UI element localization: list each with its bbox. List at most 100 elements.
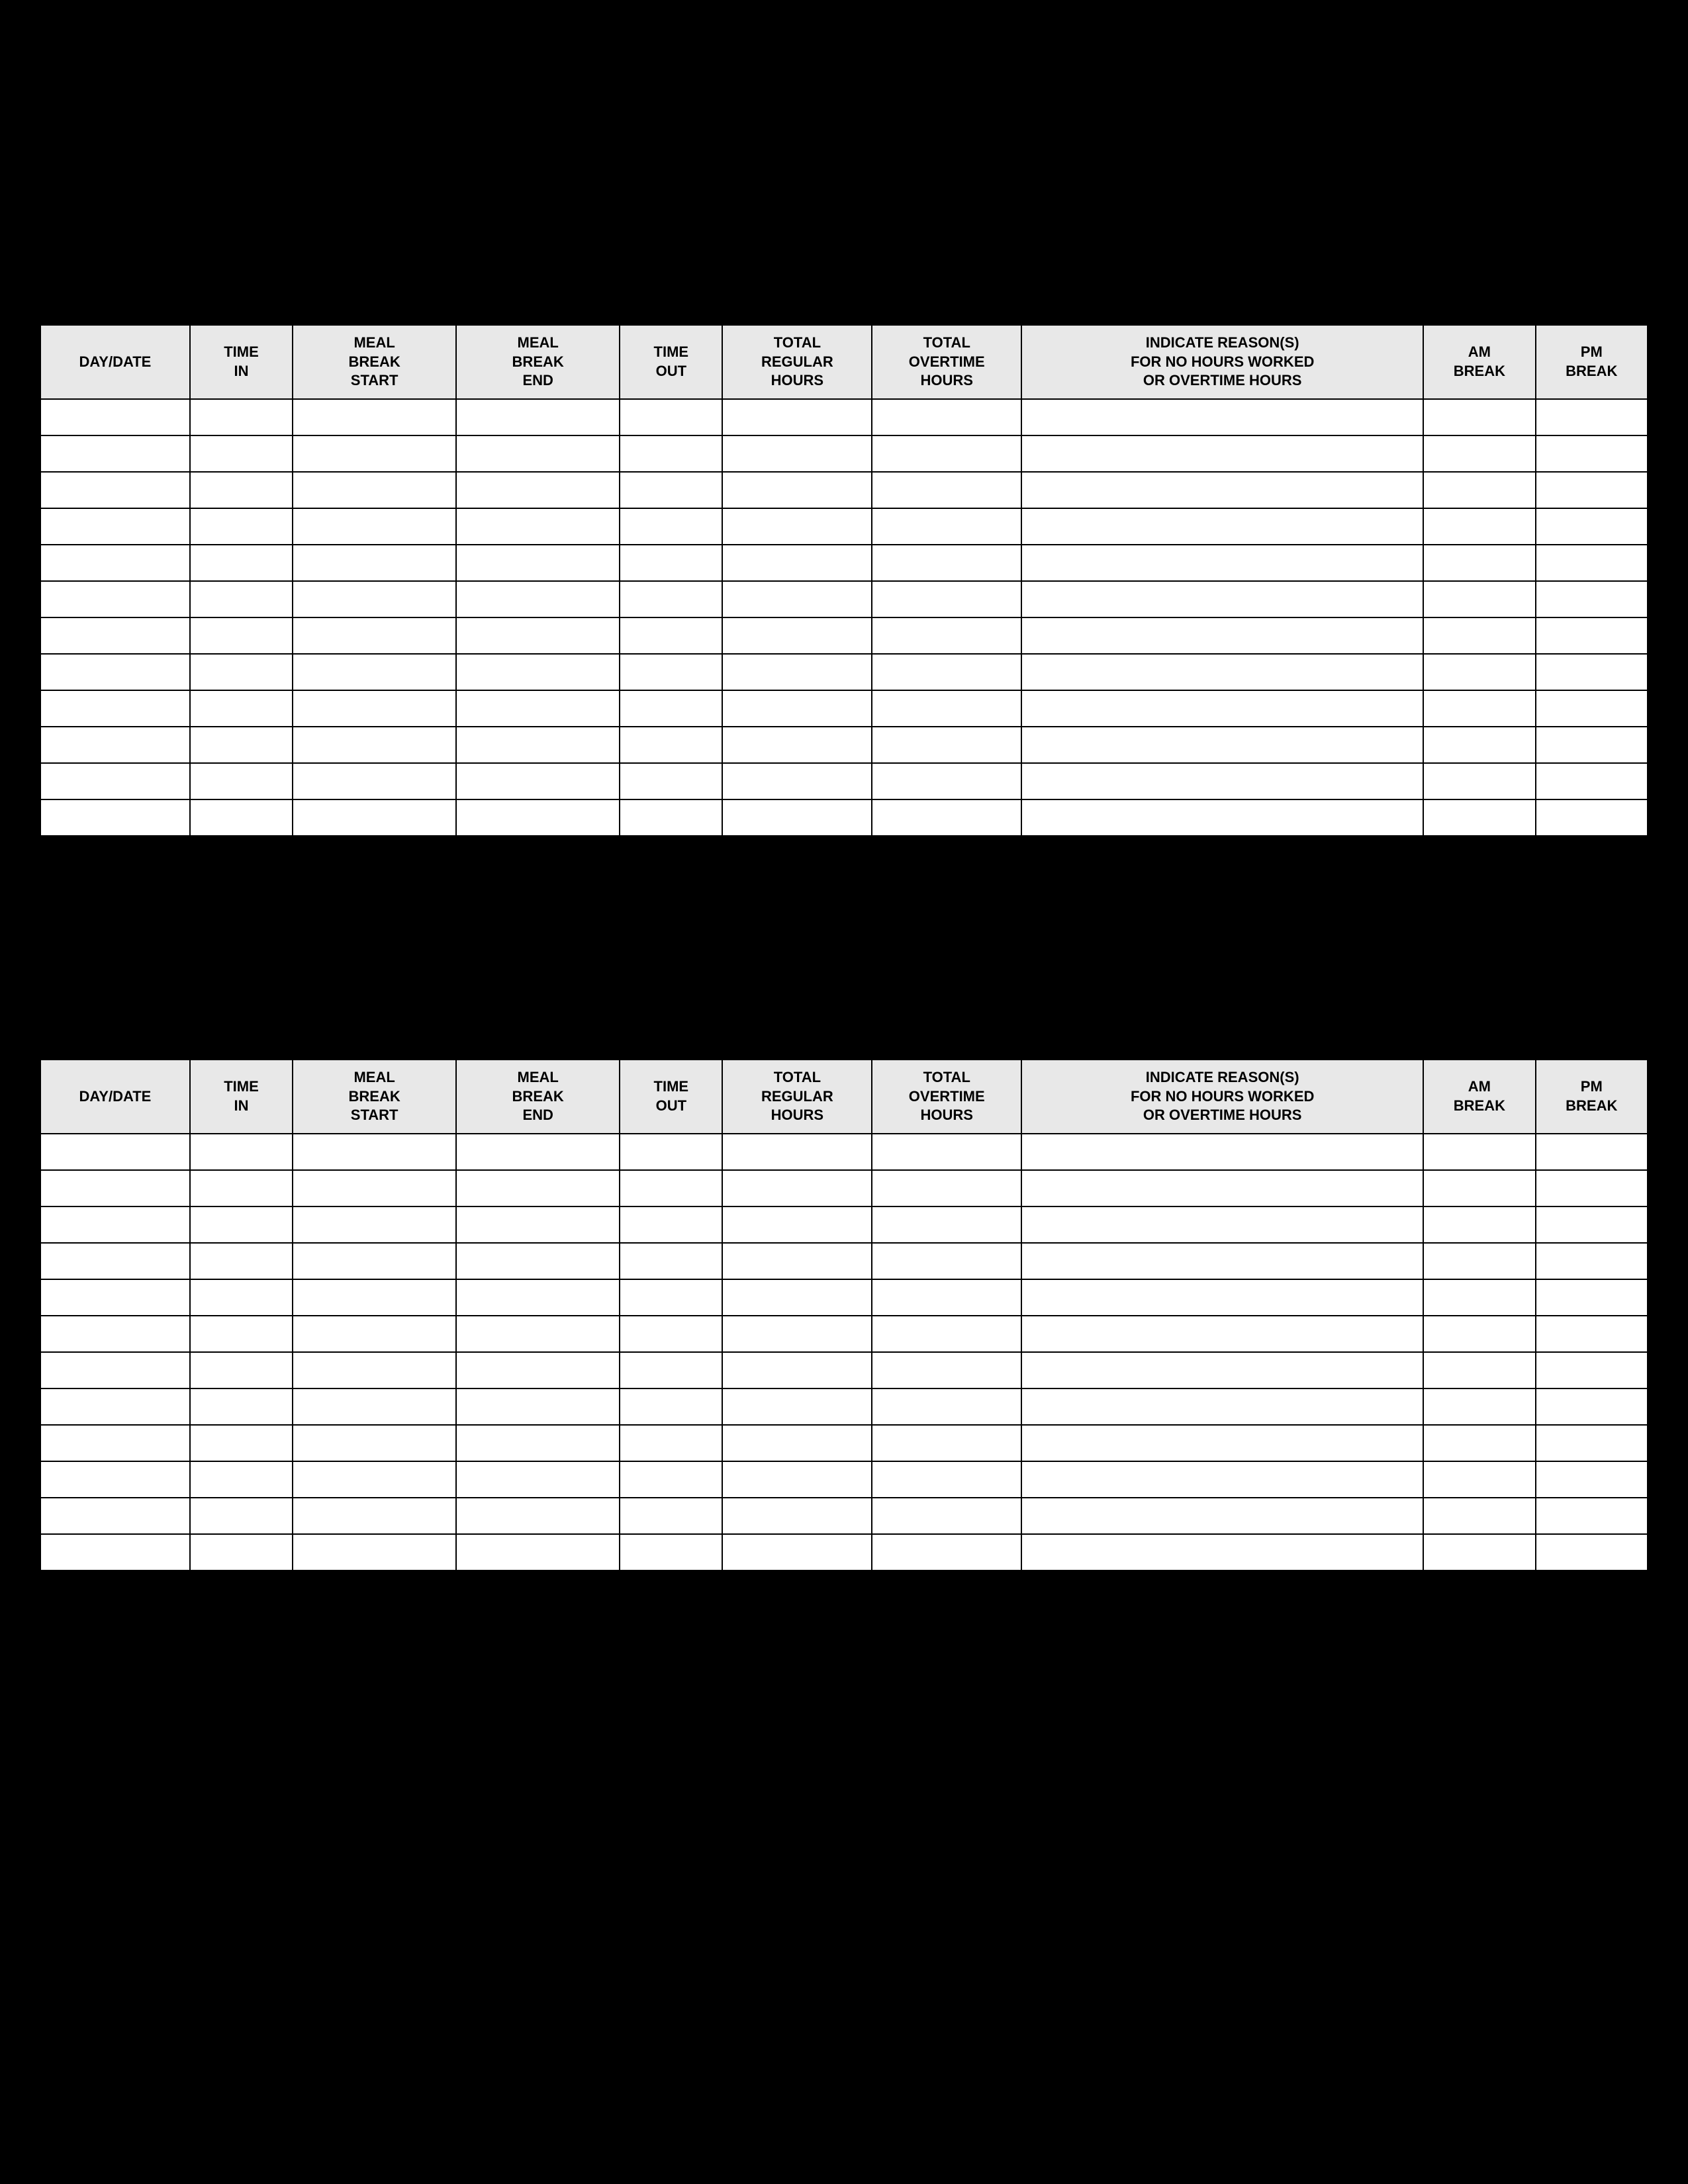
cell-totalhours[interactable] [722,1461,872,1498]
cell-mealend[interactable] [456,617,620,654]
cell-totalhours[interactable] [722,1279,872,1316]
cell-timein[interactable] [190,1461,293,1498]
cell-ambreak[interactable] [1423,654,1535,690]
cell-overtime[interactable] [872,1316,1021,1352]
cell-ambreak[interactable] [1423,727,1535,763]
cell-daydate[interactable] [40,727,190,763]
cell-mealstart[interactable] [293,654,456,690]
cell-timeout[interactable] [620,435,722,472]
cell-totalhours[interactable] [722,1243,872,1279]
cell-daydate[interactable] [40,617,190,654]
cell-ambreak[interactable] [1423,1425,1535,1461]
cell-overtime[interactable] [872,1243,1021,1279]
cell-timeout[interactable] [620,690,722,727]
cell-pmbreak[interactable] [1536,1534,1648,1570]
cell-reason[interactable] [1021,1134,1423,1170]
cell-totalhours[interactable] [722,1425,872,1461]
cell-ambreak[interactable] [1423,1352,1535,1388]
cell-mealend[interactable] [456,763,620,799]
cell-timein[interactable] [190,435,293,472]
cell-pmbreak[interactable] [1536,1388,1648,1425]
cell-overtime[interactable] [872,1279,1021,1316]
cell-ambreak[interactable] [1423,1279,1535,1316]
cell-mealstart[interactable] [293,1352,456,1388]
cell-daydate[interactable] [40,435,190,472]
cell-mealstart[interactable] [293,508,456,545]
cell-mealend[interactable] [456,1388,620,1425]
cell-timein[interactable] [190,508,293,545]
cell-overtime[interactable] [872,1498,1021,1534]
cell-pmbreak[interactable] [1536,654,1648,690]
cell-totalhours[interactable] [722,727,872,763]
cell-daydate[interactable] [40,472,190,508]
cell-reason[interactable] [1021,1279,1423,1316]
cell-mealstart[interactable] [293,1534,456,1570]
cell-timein[interactable] [190,472,293,508]
cell-reason[interactable] [1021,727,1423,763]
cell-mealstart[interactable] [293,1316,456,1352]
cell-daydate[interactable] [40,1388,190,1425]
cell-ambreak[interactable] [1423,581,1535,617]
cell-overtime[interactable] [872,1352,1021,1388]
cell-ambreak[interactable] [1423,1206,1535,1243]
cell-ambreak[interactable] [1423,1388,1535,1425]
cell-pmbreak[interactable] [1536,399,1648,435]
cell-mealend[interactable] [456,435,620,472]
cell-pmbreak[interactable] [1536,581,1648,617]
cell-timein[interactable] [190,1243,293,1279]
cell-overtime[interactable] [872,799,1021,836]
cell-pmbreak[interactable] [1536,1206,1648,1243]
cell-timeout[interactable] [620,508,722,545]
cell-pmbreak[interactable] [1536,545,1648,581]
cell-timeout[interactable] [620,472,722,508]
cell-timein[interactable] [190,399,293,435]
cell-timeout[interactable] [620,727,722,763]
cell-reason[interactable] [1021,1388,1423,1425]
cell-timeout[interactable] [620,545,722,581]
cell-totalhours[interactable] [722,399,872,435]
cell-ambreak[interactable] [1423,763,1535,799]
cell-timein[interactable] [190,1279,293,1316]
cell-ambreak[interactable] [1423,1461,1535,1498]
cell-mealend[interactable] [456,1134,620,1170]
cell-reason[interactable] [1021,435,1423,472]
cell-reason[interactable] [1021,690,1423,727]
cell-timeout[interactable] [620,654,722,690]
cell-mealend[interactable] [456,1206,620,1243]
cell-mealstart[interactable] [293,1388,456,1425]
cell-ambreak[interactable] [1423,1316,1535,1352]
cell-mealstart[interactable] [293,690,456,727]
cell-mealstart[interactable] [293,1206,456,1243]
cell-mealstart[interactable] [293,545,456,581]
cell-mealstart[interactable] [293,1498,456,1534]
cell-mealend[interactable] [456,1243,620,1279]
cell-mealstart[interactable] [293,435,456,472]
cell-totalhours[interactable] [722,545,872,581]
cell-overtime[interactable] [872,654,1021,690]
cell-timeout[interactable] [620,1316,722,1352]
cell-mealend[interactable] [456,1461,620,1498]
cell-timein[interactable] [190,763,293,799]
cell-overtime[interactable] [872,472,1021,508]
cell-timeout[interactable] [620,1425,722,1461]
cell-mealstart[interactable] [293,581,456,617]
cell-ambreak[interactable] [1423,435,1535,472]
cell-mealend[interactable] [456,1279,620,1316]
cell-ambreak[interactable] [1423,545,1535,581]
cell-daydate[interactable] [40,1534,190,1570]
cell-timein[interactable] [190,654,293,690]
cell-daydate[interactable] [40,1498,190,1534]
cell-daydate[interactable] [40,1170,190,1206]
cell-timeout[interactable] [620,1352,722,1388]
cell-timeout[interactable] [620,763,722,799]
cell-pmbreak[interactable] [1536,1461,1648,1498]
cell-timeout[interactable] [620,1134,722,1170]
cell-ambreak[interactable] [1423,1134,1535,1170]
cell-daydate[interactable] [40,1206,190,1243]
cell-timeout[interactable] [620,799,722,836]
cell-mealend[interactable] [456,581,620,617]
cell-overtime[interactable] [872,1534,1021,1570]
cell-pmbreak[interactable] [1536,799,1648,836]
cell-mealend[interactable] [456,654,620,690]
cell-mealstart[interactable] [293,763,456,799]
